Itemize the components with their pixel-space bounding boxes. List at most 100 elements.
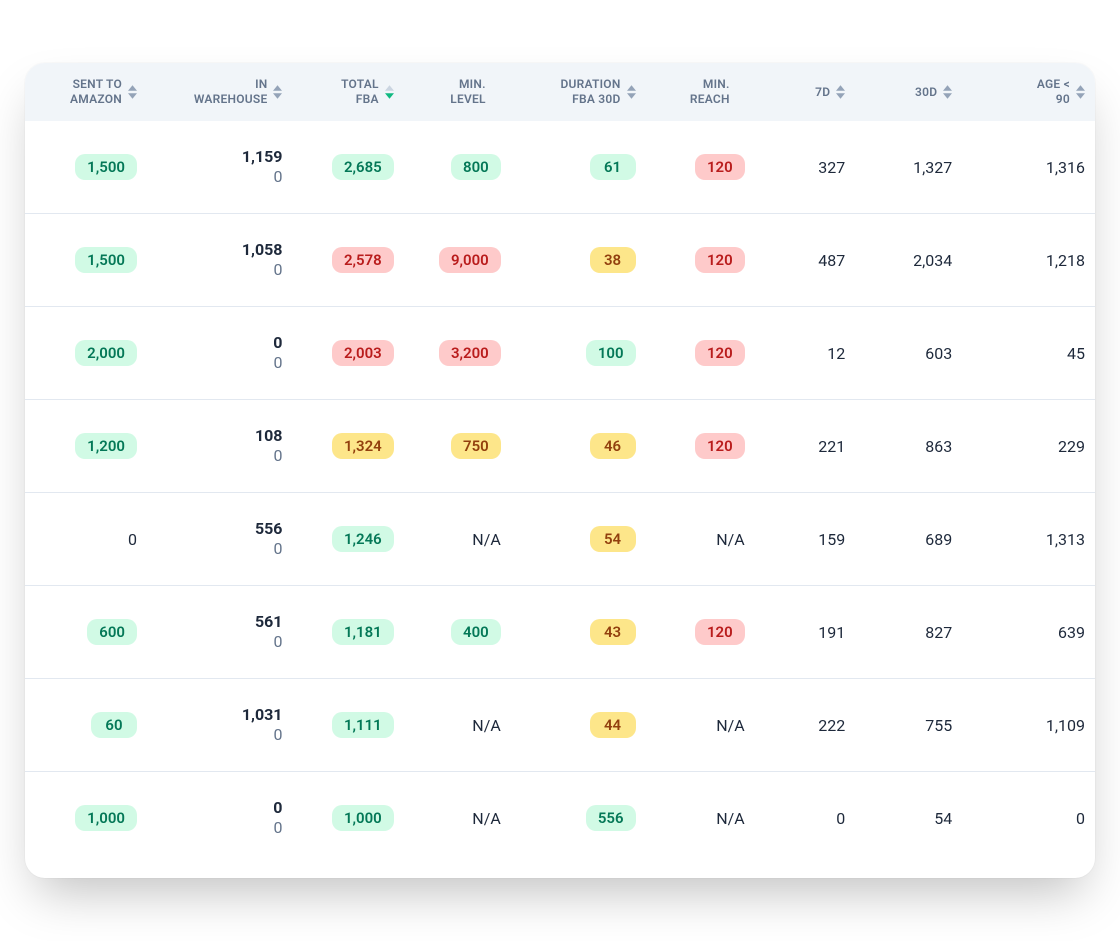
inventory-table: SENT TO AMAZON IN WAREHOUSE TOTAL FBA MIN. … [25,63,1095,878]
column-header-in_warehouse[interactable]: IN WAREHOUSE [147,63,293,121]
cell-sent_to_amazon: 0 [25,493,147,586]
status-badge: 1,000 [75,805,137,831]
cell-d30: 2,034 [855,214,962,307]
sort-icon [385,85,394,99]
cell-d30: 755 [855,679,962,772]
cell-value-primary: 108 [255,426,283,446]
column-header-total_fba[interactable]: TOTAL FBA [292,63,403,121]
cell-value: 45 [1067,344,1085,363]
cell-in_warehouse: 00 [147,307,293,400]
cell-sent_to_amazon: 1,000 [25,772,147,879]
cell-d7: 487 [755,214,856,307]
cell-in_warehouse: 1,1590 [147,121,293,214]
stacked-value: 00 [273,333,282,373]
cell-age90: 1,316 [962,121,1095,214]
cell-value-secondary: 0 [273,353,282,373]
column-header-label: IN WAREHOUSE [194,77,268,107]
table-row: 60056101,18140043120191827639 [25,586,1095,679]
cell-value: 755 [925,716,952,735]
table-row: 1,000001,000N/A556N/A0540 [25,772,1095,879]
cell-min_level: 9,000 [404,214,511,307]
cell-d30: 863 [855,400,962,493]
cell-sent_to_amazon: 1,200 [25,400,147,493]
cell-age90: 0 [962,772,1095,879]
cell-duration_fba30: 61 [511,121,646,214]
table-row: 1,5001,15902,685800611203271,3271,316 [25,121,1095,214]
cell-sent_to_amazon: 1,500 [25,121,147,214]
cell-value: 2,034 [913,251,952,270]
sort-icon [627,85,636,99]
cell-d7: 222 [755,679,856,772]
cell-value: 222 [818,716,845,735]
cell-value: N/A [716,716,744,735]
cell-value: 863 [925,437,952,456]
status-badge: 1,246 [332,526,394,552]
cell-d30: 603 [855,307,962,400]
status-badge: 556 [586,805,636,831]
cell-value: 229 [1058,437,1085,456]
cell-min_level: 400 [404,586,511,679]
cell-min_level: 3,200 [404,307,511,400]
table-head: SENT TO AMAZON IN WAREHOUSE TOTAL FBA MIN. … [25,63,1095,121]
cell-duration_fba30: 100 [511,307,646,400]
cell-d7: 12 [755,307,856,400]
column-header-duration_fba30[interactable]: DURATION FBA 30D [511,63,646,121]
cell-value: N/A [472,530,500,549]
cell-value: 0 [128,530,137,549]
status-badge: 100 [586,340,636,366]
status-badge: 120 [695,154,745,180]
column-header-label: MIN. REACH [690,77,730,107]
status-badge: 120 [695,247,745,273]
cell-sent_to_amazon: 1,500 [25,214,147,307]
cell-value: 689 [925,530,952,549]
inventory-table-card: SENT TO AMAZON IN WAREHOUSE TOTAL FBA MIN. … [25,63,1095,878]
column-header-label: SENT TO AMAZON [70,77,122,107]
cell-in_warehouse: 1,0310 [147,679,293,772]
cell-value: 603 [925,344,952,363]
cell-value: 191 [818,623,845,642]
cell-d7: 191 [755,586,856,679]
cell-min_level: N/A [404,679,511,772]
column-header-sent_to_amazon[interactable]: SENT TO AMAZON [25,63,147,121]
table-row: 601,03101,111N/A44N/A2227551,109 [25,679,1095,772]
status-badge: 2,685 [332,154,394,180]
column-header-label: DURATION FBA 30D [560,77,620,107]
status-badge: 1,500 [75,247,137,273]
sort-icon [273,85,282,99]
status-badge: 1,181 [332,619,394,645]
status-badge: 2,003 [332,340,394,366]
cell-age90: 1,313 [962,493,1095,586]
status-badge: 600 [87,619,137,645]
column-header-d7[interactable]: 7D [755,63,856,121]
cell-min_reach: N/A [646,493,755,586]
cell-value: N/A [716,809,744,828]
stacked-value: 5610 [255,612,283,652]
cell-in_warehouse: 5610 [147,586,293,679]
cell-value: 327 [818,158,845,177]
cell-duration_fba30: 38 [511,214,646,307]
status-badge: 400 [451,619,501,645]
column-header-d30[interactable]: 30D [855,63,962,121]
cell-min_level: N/A [404,772,511,879]
status-badge: 43 [590,619,636,645]
cell-min_level: 800 [404,121,511,214]
sort-icon [836,85,845,99]
cell-total_fba: 1,324 [292,400,403,493]
cell-value-secondary: 0 [273,260,282,280]
cell-value: 1,218 [1046,251,1085,270]
cell-value: 0 [1076,809,1085,828]
status-badge: 60 [91,712,137,738]
status-badge: 1,000 [332,805,394,831]
cell-value: 1,313 [1046,530,1085,549]
cell-d7: 0 [755,772,856,879]
cell-d30: 54 [855,772,962,879]
column-header-age90[interactable]: AGE < 90 [962,63,1095,121]
cell-value-primary: 561 [255,612,283,632]
cell-min_reach: 120 [646,214,755,307]
cell-total_fba: 2,685 [292,121,403,214]
cell-sent_to_amazon: 2,000 [25,307,147,400]
stacked-value: 1,0580 [242,240,283,280]
status-badge: 44 [590,712,636,738]
cell-duration_fba30: 43 [511,586,646,679]
status-badge: 3,200 [439,340,501,366]
